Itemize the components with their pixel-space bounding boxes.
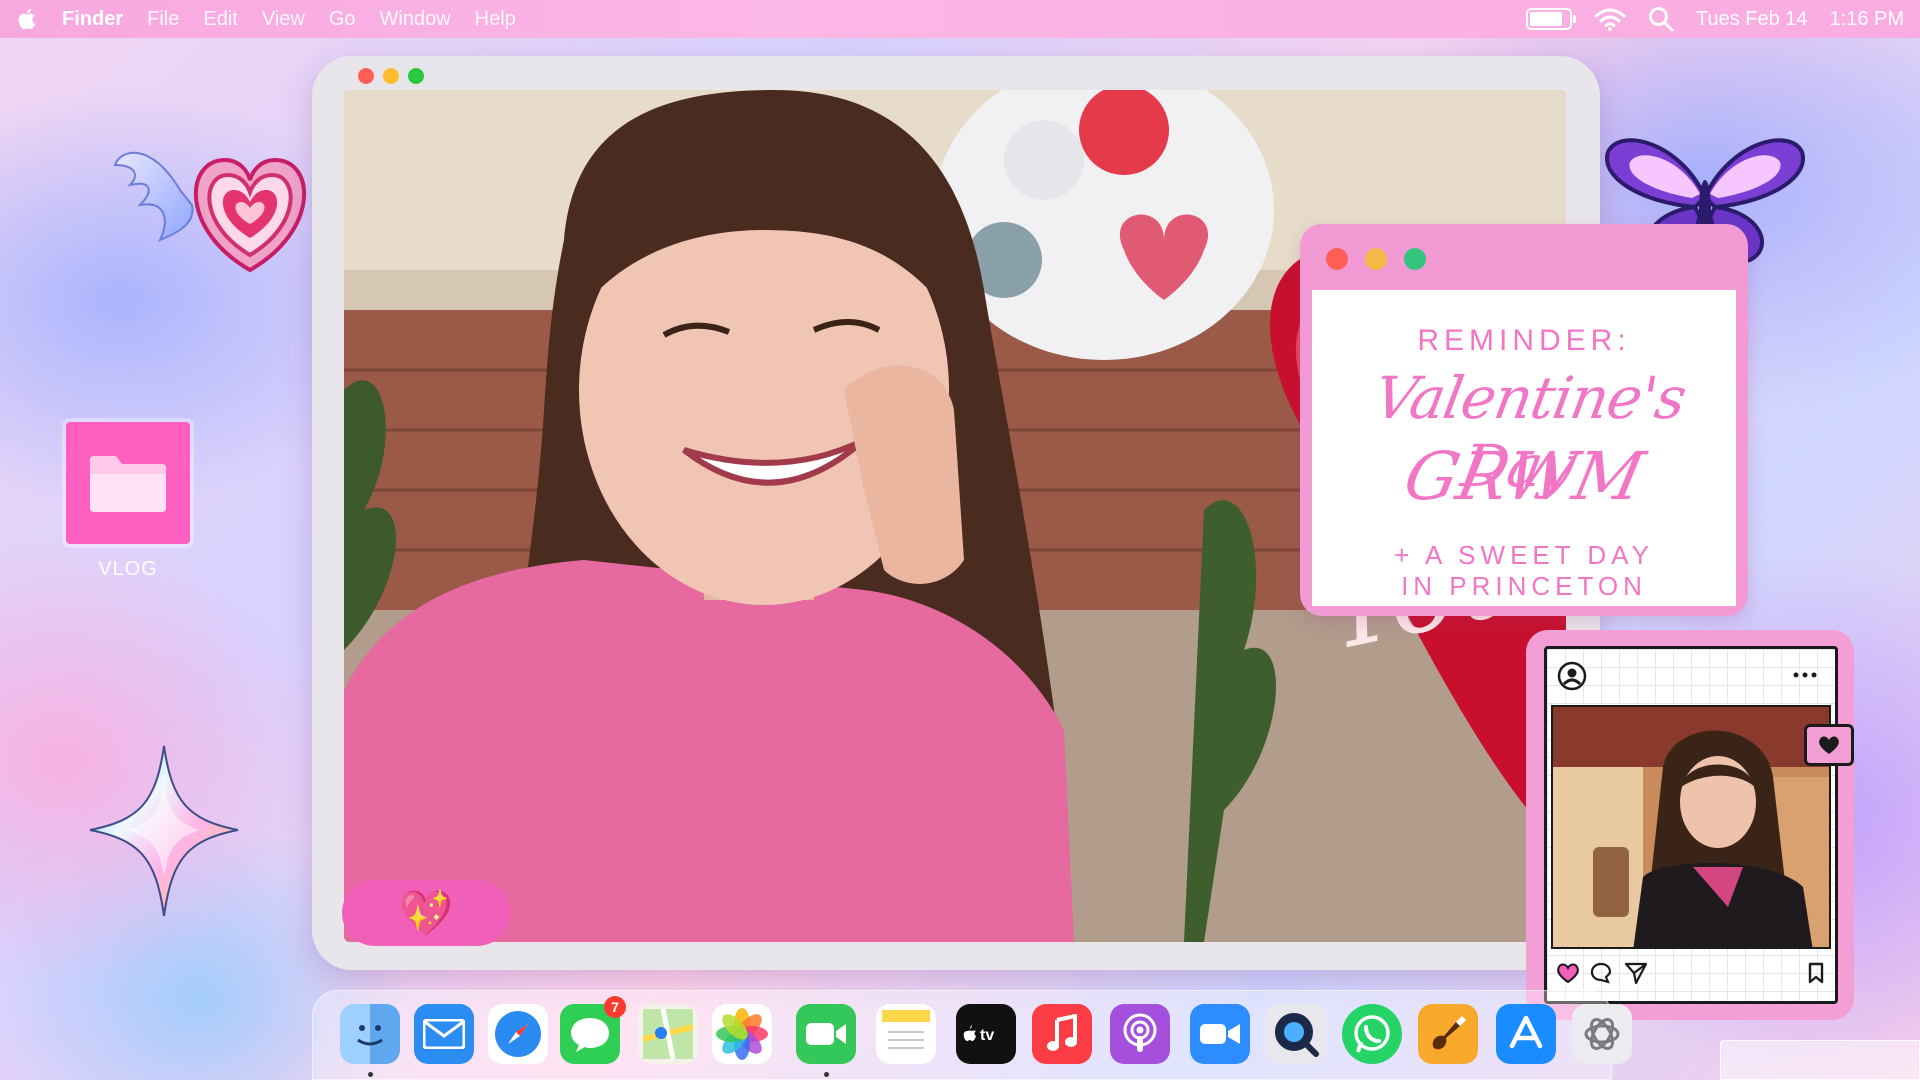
battery-icon[interactable] xyxy=(1525,8,1576,30)
menu-view[interactable]: View xyxy=(262,8,305,31)
dock-notes[interactable] xyxy=(876,1004,936,1064)
window-controls xyxy=(358,68,424,84)
mail-icon xyxy=(423,1019,465,1049)
reminder-title-line2: GRWM xyxy=(1397,438,1651,515)
zoom-icon xyxy=(1200,1024,1240,1044)
sparkling-heart-pill: 💖 xyxy=(342,880,510,946)
sparkle-star-sticker xyxy=(89,745,239,917)
send-icon[interactable] xyxy=(1623,960,1649,986)
notes-icon xyxy=(882,1010,930,1049)
reminder-window-controls xyxy=(1326,248,1426,270)
menu-window[interactable]: Window xyxy=(380,8,451,31)
dock-podcasts[interactable] xyxy=(1110,1004,1170,1064)
reminder-window: REMINDER: Valentine's Day GRWM + A SWEET… xyxy=(1300,224,1748,616)
heart-notification-icon xyxy=(1804,724,1854,766)
facetime-icon xyxy=(806,1023,846,1045)
reminder-subtitle: + A SWEET DAY IN PRINCETON xyxy=(1312,540,1736,602)
dock-photos[interactable] xyxy=(712,1004,772,1064)
reminder-card: REMINDER: Valentine's Day GRWM + A SWEET… xyxy=(1312,290,1736,606)
menu-edit[interactable]: Edit xyxy=(203,8,237,31)
app-store-icon xyxy=(1509,1015,1543,1049)
chatgpt-icon xyxy=(1584,1018,1620,1050)
maps-icon xyxy=(643,1009,693,1059)
bookmark-icon[interactable] xyxy=(1807,961,1825,985)
wifi-icon[interactable] xyxy=(1594,7,1626,31)
dock-maps[interactable] xyxy=(638,1004,698,1064)
svg-text:tv: tv xyxy=(980,1027,994,1044)
close-button[interactable] xyxy=(358,68,374,84)
reminder-minimize-button[interactable] xyxy=(1365,248,1387,270)
reminder-kicker: REMINDER: xyxy=(1417,324,1631,357)
sparkling-heart-emoji: 💖 xyxy=(398,889,454,938)
folder-label[interactable]: VLOG xyxy=(66,558,190,581)
menu-app-name[interactable]: Finder xyxy=(62,8,123,31)
apple-tv-icon: tv xyxy=(963,1025,994,1044)
dock-safari[interactable] xyxy=(488,1004,548,1064)
quicktime-icon xyxy=(1275,1013,1319,1057)
minimized-window-thumbnail[interactable] xyxy=(1720,1040,1920,1080)
dock-whatsapp[interactable] xyxy=(1342,1004,1402,1064)
menu-go[interactable]: Go xyxy=(329,8,356,31)
whatsapp-icon xyxy=(1354,1015,1390,1053)
dock-garageband[interactable] xyxy=(1418,1004,1478,1064)
instagram-post-frame xyxy=(1526,630,1854,1020)
menu-date[interactable]: Tues Feb 14 xyxy=(1696,8,1808,31)
apple-icon[interactable] xyxy=(16,7,36,31)
menu-time[interactable]: 1:16 PM xyxy=(1830,8,1904,31)
minimize-button[interactable] xyxy=(383,68,399,84)
dock-music[interactable] xyxy=(1032,1004,1092,1064)
safari-icon xyxy=(495,1011,541,1057)
messages-badge: 7 xyxy=(604,996,626,1018)
menu-bar: Finder File Edit View Go Window Help Tue… xyxy=(0,0,1920,38)
folder-vlog-icon[interactable] xyxy=(66,422,190,544)
zoom-button[interactable] xyxy=(408,68,424,84)
dock-app-store[interactable] xyxy=(1496,1004,1556,1064)
podcasts-icon xyxy=(1123,1013,1157,1052)
finder-icon xyxy=(357,1025,383,1046)
dock-apple-tv[interactable]: tv xyxy=(956,1004,1016,1064)
dock-quicktime[interactable] xyxy=(1266,1004,1326,1064)
heart-icon[interactable] xyxy=(1555,961,1581,985)
dock-finder[interactable] xyxy=(340,1004,400,1064)
dock-facetime[interactable] xyxy=(796,1004,856,1064)
reminder-subtitle-line1: + A SWEET DAY xyxy=(1394,540,1654,570)
music-icon xyxy=(1047,1014,1077,1051)
comment-icon[interactable] xyxy=(1589,961,1613,985)
reminder-close-button[interactable] xyxy=(1326,248,1348,270)
winged-heart-sticker xyxy=(113,151,306,273)
instagram-photo-image xyxy=(1553,707,1829,947)
instagram-photo[interactable] xyxy=(1551,705,1831,949)
reminder-subtitle-line2: IN PRINCETON xyxy=(1401,571,1647,601)
search-icon[interactable] xyxy=(1648,6,1674,32)
menu-help[interactable]: Help xyxy=(475,8,516,31)
photos-icon xyxy=(716,1008,768,1060)
reminder-zoom-button[interactable] xyxy=(1404,248,1426,270)
facetime-running-indicator xyxy=(824,1072,829,1077)
garageband-icon xyxy=(1432,1016,1466,1050)
more-icon[interactable] xyxy=(1793,671,1817,679)
messages-icon xyxy=(571,1018,609,1052)
dock-chatgpt[interactable] xyxy=(1572,1004,1632,1064)
instagram-post xyxy=(1544,646,1838,1004)
menu-file[interactable]: File xyxy=(147,8,179,31)
dock-mail[interactable] xyxy=(414,1004,474,1064)
profile-icon[interactable] xyxy=(1557,661,1587,691)
folder-icon xyxy=(90,456,166,512)
dock-zoom[interactable] xyxy=(1190,1004,1250,1064)
finder-running-indicator xyxy=(368,1072,373,1077)
